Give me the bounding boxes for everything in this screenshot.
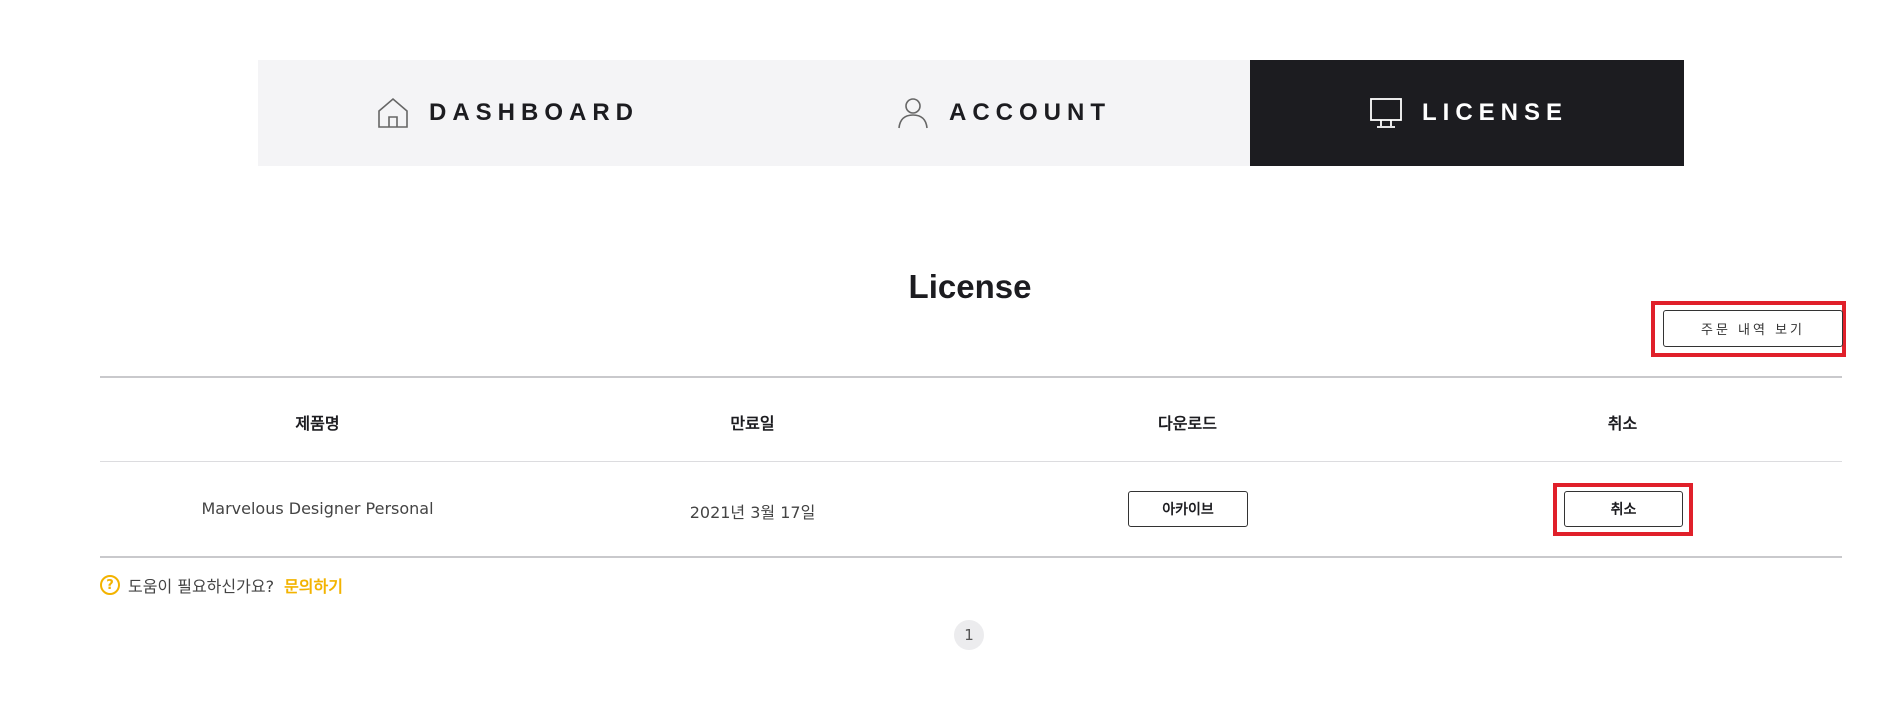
tab-license-label: LICENSE (1421, 99, 1568, 126)
pagination-page-1[interactable]: 1 (954, 620, 984, 650)
tab-dashboard[interactable]: DASHBOARD (258, 60, 754, 166)
column-header-download: 다운로드 (1158, 414, 1217, 433)
monitor-icon (1366, 93, 1406, 133)
order-history-button[interactable]: 주문 내역 보기 (1663, 310, 1843, 347)
product-name-cell: Marvelous Designer Personal (201, 499, 434, 518)
help-line: ? 도움이 필요하신가요? 문의하기 (100, 573, 343, 597)
question-icon: ? (100, 575, 120, 595)
user-icon (893, 93, 933, 133)
license-page: DASHBOARD ACCOUNT LICENSE License 주문 내역 … (0, 0, 1893, 703)
column-header-product: 제품명 (295, 414, 340, 433)
home-icon (373, 93, 413, 133)
top-tabs: DASHBOARD ACCOUNT LICENSE (258, 60, 1684, 166)
table-header-divider (100, 461, 1842, 462)
tab-dashboard-label: DASHBOARD (429, 99, 639, 126)
archive-download-button[interactable]: 아카이브 (1128, 491, 1248, 527)
tab-account-label: ACCOUNT (949, 99, 1111, 126)
column-header-cancel: 취소 (1607, 414, 1638, 433)
column-header-expiry: 만료일 (730, 414, 775, 433)
help-question-text: 도움이 필요하신가요? (128, 577, 275, 596)
expiry-date-cell: 2021년 3월 17일 (689, 503, 816, 522)
contact-link[interactable]: 문의하기 (284, 573, 343, 597)
table-bottom-border (100, 556, 1842, 558)
cancel-button[interactable]: 취소 (1564, 491, 1683, 527)
tab-license[interactable]: LICENSE (1250, 60, 1684, 166)
table-top-border (100, 376, 1842, 378)
page-title: License (908, 268, 1032, 305)
tab-account[interactable]: ACCOUNT (754, 60, 1250, 166)
